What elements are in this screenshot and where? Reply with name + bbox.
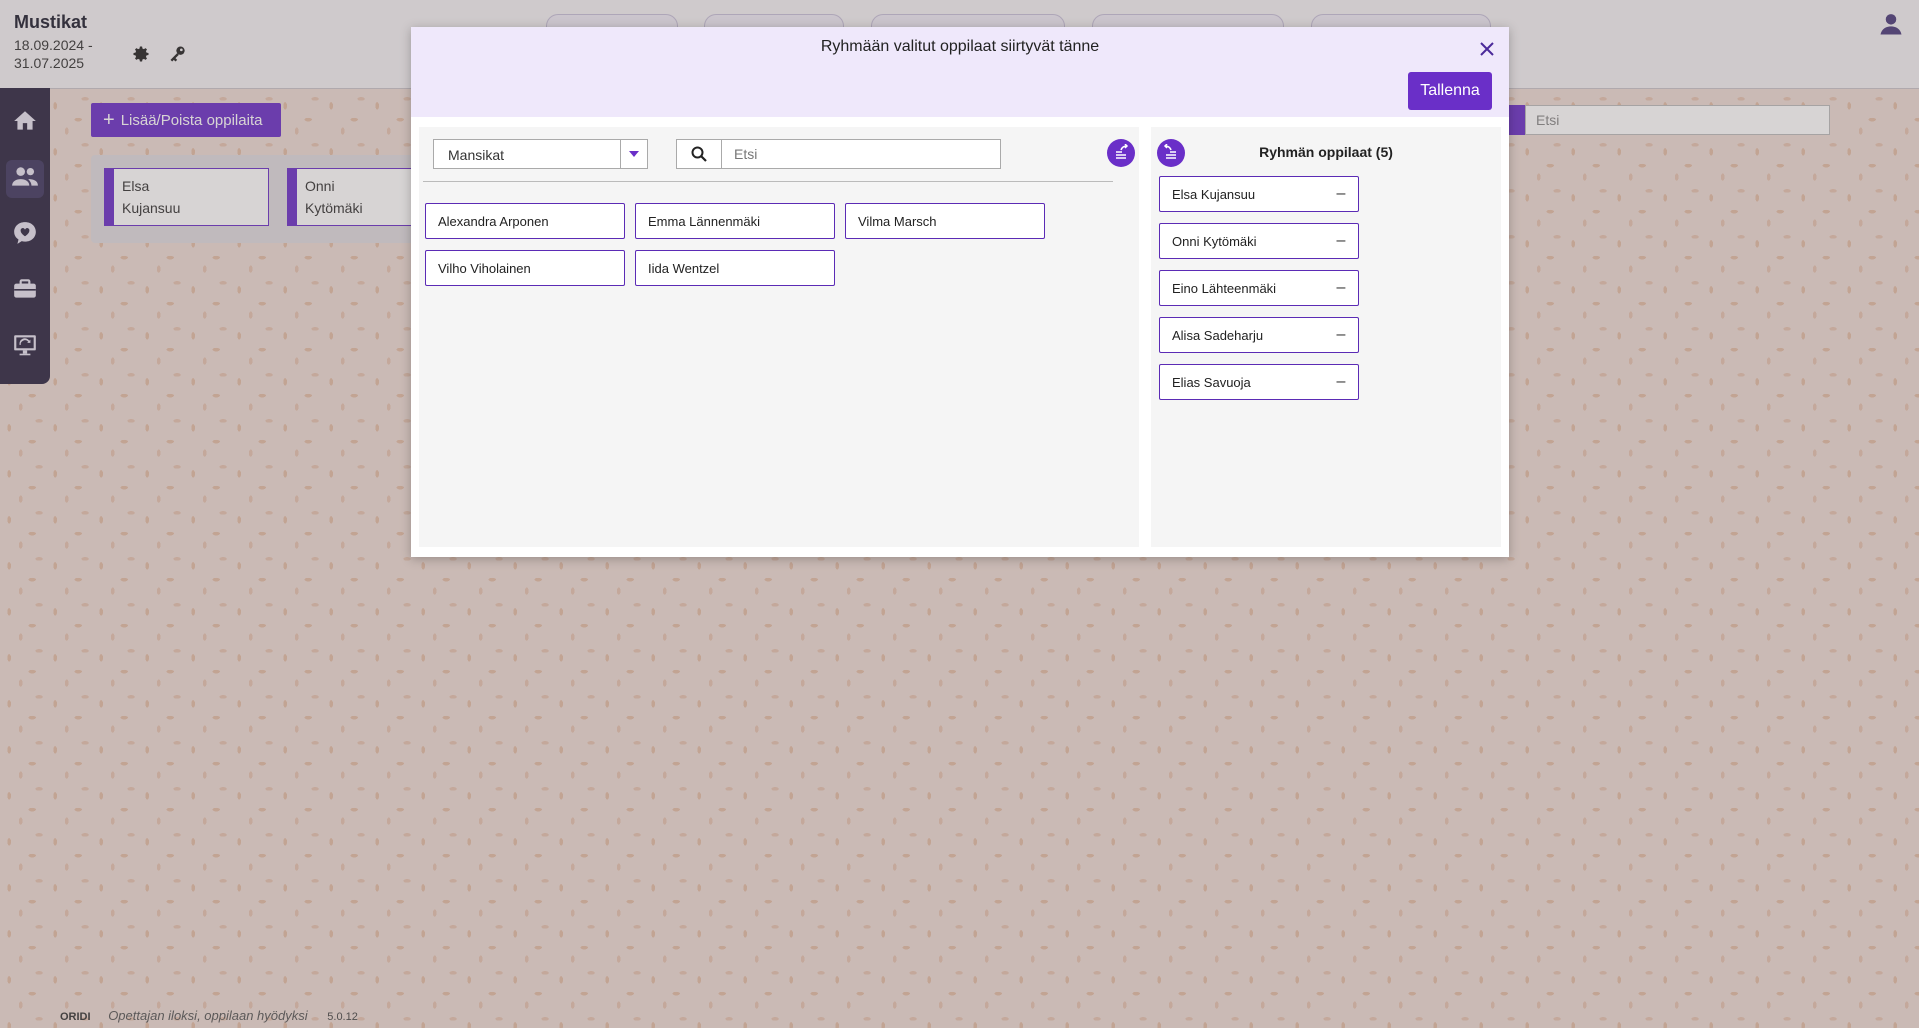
- student-card[interactable]: Vilma Marsch: [845, 203, 1045, 239]
- member-name: Eino Lähteenmäki: [1172, 281, 1277, 296]
- minus-icon[interactable]: –: [1334, 186, 1348, 202]
- chevron-down-icon[interactable]: [620, 140, 647, 168]
- group-member-card[interactable]: Elias Savuoja –: [1159, 364, 1359, 400]
- student-search-input[interactable]: [721, 139, 1001, 169]
- available-students-panel: Mansikat Alexandra Arponen Emma Lännenmä…: [419, 127, 1139, 547]
- minus-icon[interactable]: –: [1334, 233, 1348, 249]
- close-icon[interactable]: [1477, 39, 1497, 59]
- group-members-title: Ryhmän oppilaat (5): [1259, 144, 1393, 160]
- search-icon[interactable]: [676, 139, 722, 169]
- member-name: Elsa Kujansuu: [1172, 187, 1256, 202]
- member-name: Elias Savuoja: [1172, 375, 1251, 390]
- minus-icon[interactable]: –: [1334, 327, 1348, 343]
- group-select[interactable]: Mansikat: [433, 139, 648, 169]
- student-card[interactable]: Alexandra Arponen: [425, 203, 625, 239]
- group-member-card[interactable]: Alisa Sadeharju –: [1159, 317, 1359, 353]
- divider: [423, 181, 1113, 182]
- group-member-card[interactable]: Eino Lähteenmäki –: [1159, 270, 1359, 306]
- modal-header: Ryhmään valitut oppilaat siirtyvät tänne…: [411, 27, 1509, 117]
- minus-icon[interactable]: –: [1334, 280, 1348, 296]
- member-name: Onni Kytömäki: [1172, 234, 1257, 249]
- student-card[interactable]: Iida Wentzel: [635, 250, 835, 286]
- group-select-value: Mansikat: [448, 147, 505, 163]
- group-members-panel: Ryhmän oppilaat (5) Elsa Kujansuu – Onni…: [1151, 127, 1501, 547]
- save-button[interactable]: Tallenna: [1408, 72, 1492, 110]
- student-card[interactable]: Emma Lännenmäki: [635, 203, 835, 239]
- member-name: Alisa Sadeharju: [1172, 328, 1264, 343]
- move-all-icon[interactable]: [1107, 139, 1135, 167]
- modal-title: Ryhmään valitut oppilaat siirtyvät tänne: [820, 38, 1100, 55]
- group-edit-modal: Ryhmään valitut oppilaat siirtyvät tänne…: [411, 27, 1509, 557]
- student-card[interactable]: Vilho Viholainen: [425, 250, 625, 286]
- group-member-card[interactable]: Elsa Kujansuu –: [1159, 176, 1359, 212]
- group-member-card[interactable]: Onni Kytömäki –: [1159, 223, 1359, 259]
- minus-icon[interactable]: –: [1334, 374, 1348, 390]
